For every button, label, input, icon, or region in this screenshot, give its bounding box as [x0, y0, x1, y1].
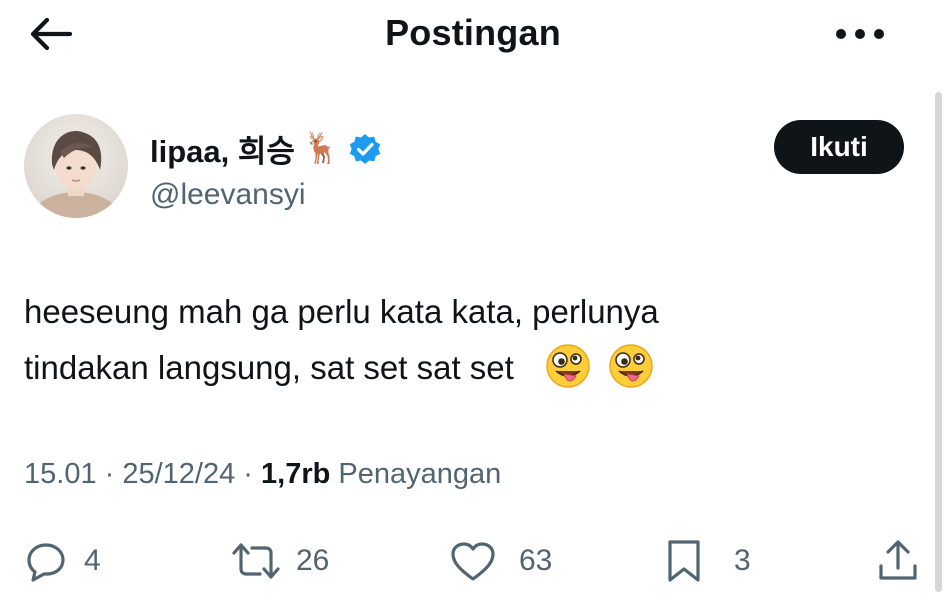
bookmark-count: 3 — [734, 544, 751, 577]
repost-count: 26 — [296, 544, 330, 577]
top-bar: Postingan — [0, 0, 946, 70]
more-horizontal-icon — [836, 29, 884, 39]
scrollbar[interactable] — [935, 92, 942, 592]
meta-separator: · — [96, 458, 123, 490]
tweet-meta: 15.01 · 25/12/24 · 1,7rb Penayangan — [24, 458, 501, 491]
action-bar: 4 26 63 3 — [24, 534, 924, 588]
reply-icon — [27, 543, 65, 582]
reply-button[interactable]: 4 — [24, 534, 101, 588]
bookmark-icon — [668, 540, 700, 582]
meta-separator: · — [235, 458, 262, 490]
bookmark-button[interactable]: 3 — [664, 534, 751, 588]
avatar[interactable] — [24, 114, 128, 218]
page-title: Postingan — [385, 12, 561, 53]
like-button[interactable]: 63 — [449, 534, 552, 588]
tweet-text-line-2-text: tindakan langsung, sat set sat set — [24, 349, 514, 386]
tweet-text-line-2: tindakan langsung, sat set sat set — [24, 340, 904, 406]
author-name[interactable]: lipaa, 희승 — [150, 126, 295, 171]
repost-icon — [232, 543, 280, 579]
zany-face-emoji — [608, 343, 654, 406]
tweet-text: heeseung mah ga perlu kata kata, perluny… — [24, 284, 904, 406]
heart-icon — [451, 542, 495, 581]
tweet-author: lipaa, 희승 🦌 @leevansyi Ikuti — [24, 112, 904, 232]
share-button[interactable] — [876, 534, 920, 588]
follow-button[interactable]: Ikuti — [774, 120, 904, 174]
verified-badge-icon[interactable] — [348, 132, 382, 166]
reply-count: 4 — [84, 544, 101, 577]
repost-button[interactable]: 26 — [230, 534, 329, 588]
deer-emoji: 🦌 — [302, 132, 341, 165]
author-handle[interactable]: @leevansyi — [150, 178, 306, 212]
tweet-time[interactable]: 15.01 — [24, 458, 97, 490]
zany-face-emoji — [545, 343, 591, 406]
more-button[interactable] — [830, 14, 890, 54]
views-label[interactable]: Penayangan — [330, 458, 501, 490]
views-count[interactable]: 1,7rb — [261, 458, 330, 490]
author-name-row: lipaa, 희승 🦌 — [150, 126, 382, 171]
tweet-text-line-1: heeseung mah ga perlu kata kata, perluny… — [24, 293, 659, 330]
like-count: 63 — [519, 544, 553, 577]
tweet-date[interactable]: 25/12/24 — [122, 458, 235, 490]
share-icon — [879, 540, 917, 580]
